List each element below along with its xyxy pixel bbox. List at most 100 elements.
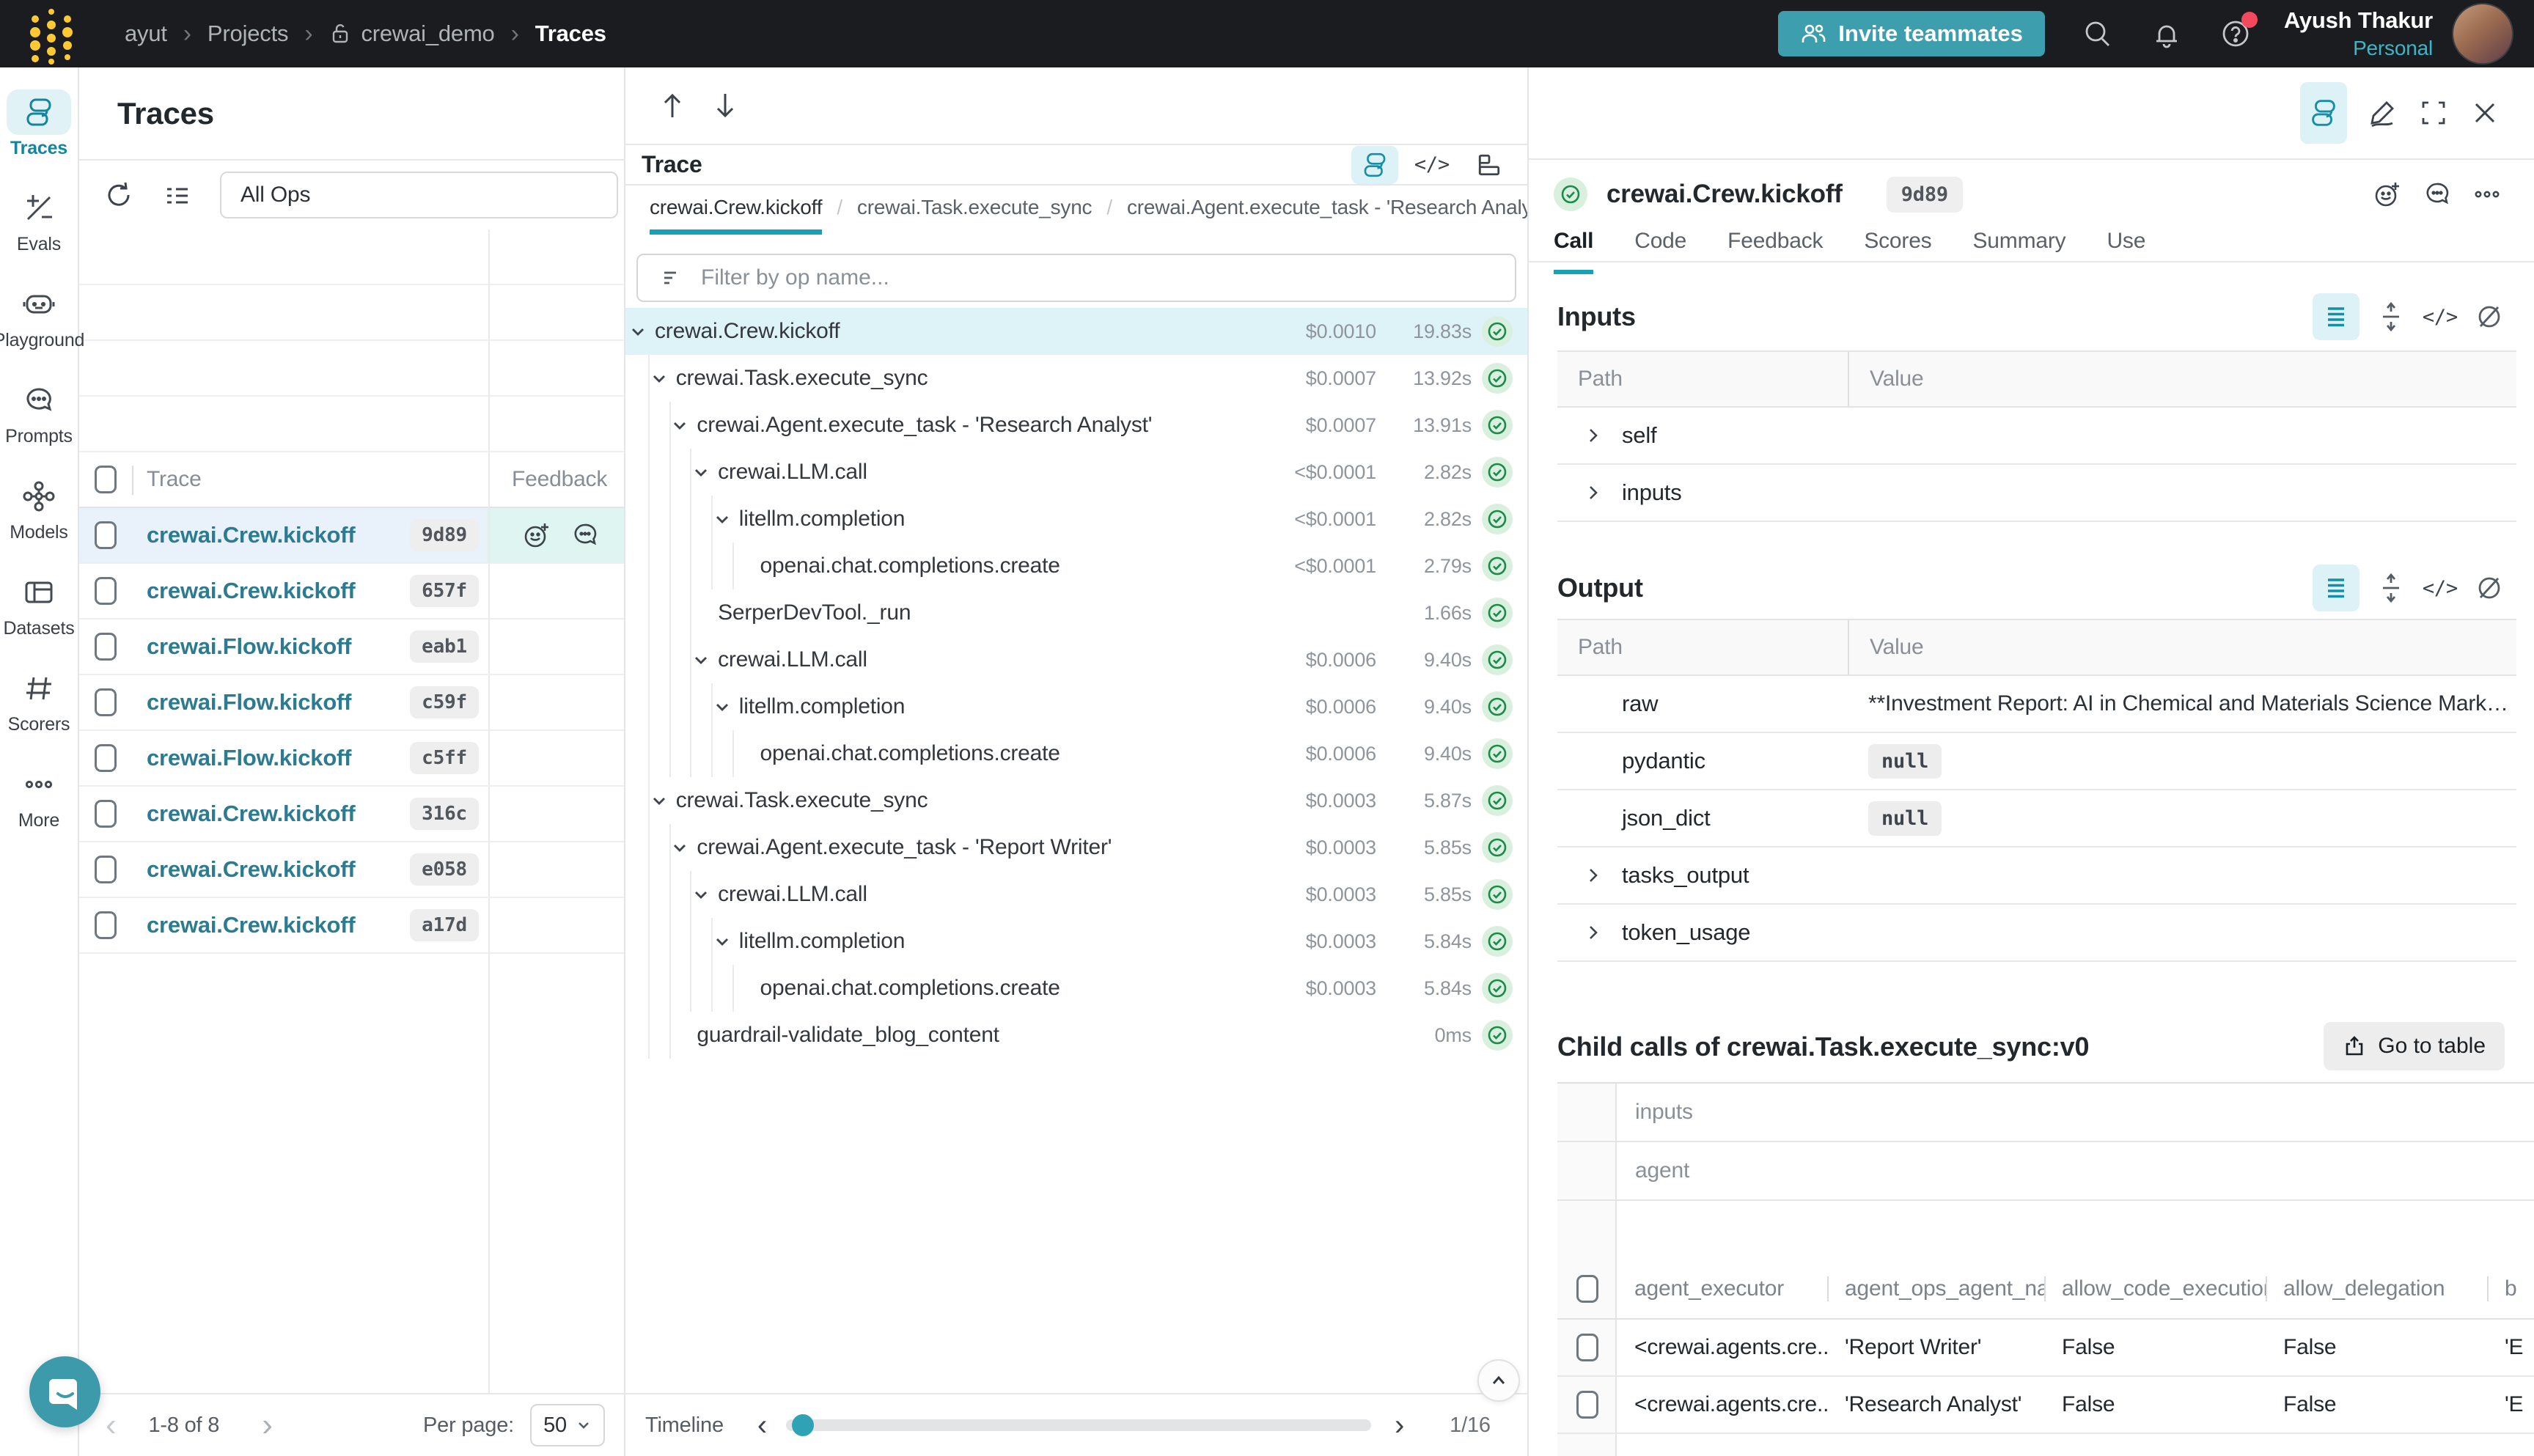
breadcrumb-project[interactable]: crewai_demo bbox=[328, 21, 494, 47]
output-row[interactable]: raw **Investment Report: AI in Chemical … bbox=[1557, 676, 2516, 733]
help-icon[interactable] bbox=[2219, 18, 2252, 50]
trace-tree-row[interactable]: openai.chat.completions.create $0.0006 9… bbox=[625, 730, 1527, 777]
trace-link[interactable]: crewai.Crew.kickoff bbox=[147, 522, 356, 548]
search-icon[interactable] bbox=[2082, 18, 2114, 50]
chevron-down-icon[interactable] bbox=[691, 885, 710, 904]
prev-call-icon[interactable] bbox=[656, 89, 688, 122]
add-reaction-icon[interactable] bbox=[2373, 180, 2402, 209]
support-chat-button[interactable] bbox=[29, 1356, 100, 1427]
trace-link[interactable]: crewai.Flow.kickoff bbox=[147, 633, 351, 660]
expand-rows-icon[interactable] bbox=[2376, 573, 2406, 603]
tree-view-icon[interactable] bbox=[1351, 146, 1398, 184]
row-checkbox[interactable] bbox=[95, 633, 117, 661]
timeline-slider[interactable] bbox=[786, 1419, 1371, 1431]
collapse-timeline-button[interactable] bbox=[1477, 1359, 1520, 1402]
row-checkbox[interactable] bbox=[95, 800, 117, 828]
avatar[interactable] bbox=[2452, 3, 2513, 65]
comment-icon[interactable] bbox=[570, 521, 600, 550]
chevron-right-icon[interactable] bbox=[1584, 866, 1603, 885]
hide-icon[interactable] bbox=[2474, 301, 2505, 332]
trace-tree-row[interactable]: SerperDevTool._run 1.66s bbox=[625, 589, 1527, 636]
trace-link[interactable]: crewai.Crew.kickoff bbox=[147, 801, 356, 827]
row-checkbox[interactable] bbox=[95, 744, 117, 772]
child-column-header[interactable]: allow_delegation bbox=[2266, 1276, 2487, 1301]
chevron-right-icon[interactable] bbox=[1584, 426, 1603, 445]
sidebar-item-traces[interactable]: Traces bbox=[0, 89, 78, 185]
go-to-table-button[interactable]: Go to table bbox=[2324, 1022, 2505, 1070]
output-row[interactable]: pydantic null bbox=[1557, 733, 2516, 790]
trace-tree-row[interactable]: litellm.completion $0.0006 9.40s bbox=[625, 683, 1527, 730]
call-tab[interactable]: Summary bbox=[1972, 229, 2065, 274]
trace-tree-row[interactable]: crewai.Task.execute_sync $0.0007 13.92s bbox=[625, 355, 1527, 402]
sidebar-item-evals[interactable]: Evals bbox=[0, 185, 78, 282]
chevron-down-icon[interactable] bbox=[670, 416, 689, 435]
trace-link[interactable]: crewai.Crew.kickoff bbox=[147, 578, 356, 604]
expand-icon[interactable] bbox=[2417, 97, 2450, 129]
breadcrumb-entity[interactable]: ayut bbox=[125, 21, 167, 47]
row-checkbox[interactable] bbox=[1576, 1334, 1598, 1361]
ops-filter-select[interactable]: All Ops bbox=[220, 172, 618, 218]
close-icon[interactable] bbox=[2469, 97, 2501, 129]
select-all-checkbox[interactable] bbox=[95, 466, 117, 493]
breadcrumb-projects[interactable]: Projects bbox=[208, 21, 288, 47]
prev-page-icon[interactable]: ‹ bbox=[106, 1409, 116, 1441]
list-view-icon[interactable] bbox=[2313, 293, 2359, 340]
trace-tree-row[interactable]: guardrail-validate_blog_content 0ms bbox=[625, 1012, 1527, 1059]
code-view-icon[interactable]: </> bbox=[1414, 153, 1450, 176]
trace-table-row[interactable]: crewai.Crew.kickoff e058 bbox=[79, 842, 624, 898]
row-settings-icon[interactable] bbox=[161, 179, 194, 211]
column-header-feedback[interactable]: Feedback bbox=[487, 467, 624, 492]
list-view-icon[interactable] bbox=[2313, 565, 2359, 611]
next-call-icon[interactable] bbox=[709, 89, 741, 122]
sidebar-item-more[interactable]: More bbox=[0, 762, 78, 858]
row-checkbox[interactable] bbox=[95, 577, 117, 605]
child-column-header[interactable]: agent_ops_agent_nan bbox=[1827, 1276, 2044, 1301]
trace-table-row[interactable]: crewai.Flow.kickoff c59f bbox=[79, 675, 624, 731]
chevron-down-icon[interactable] bbox=[713, 697, 732, 716]
trace-tree-row[interactable]: crewai.LLM.call <$0.0001 2.82s bbox=[625, 449, 1527, 496]
row-checkbox[interactable] bbox=[95, 856, 117, 883]
inputs-row[interactable]: self bbox=[1557, 408, 2516, 465]
call-tab[interactable]: Call bbox=[1554, 229, 1593, 274]
column-header-trace[interactable]: Trace bbox=[132, 467, 487, 492]
output-row[interactable]: json_dict null bbox=[1557, 790, 2516, 848]
call-breadcrumb-tab[interactable]: crewai.Crew.kickoff bbox=[650, 196, 822, 235]
flame-graph-icon[interactable] bbox=[1466, 146, 1513, 184]
trace-table-row[interactable]: crewai.Flow.kickoff eab1 bbox=[79, 619, 624, 675]
more-menu-icon[interactable] bbox=[2472, 180, 2502, 209]
call-tab[interactable]: Scores bbox=[1864, 229, 1931, 274]
output-row[interactable]: tasks_output bbox=[1557, 848, 2516, 905]
chevron-down-icon[interactable] bbox=[713, 510, 732, 529]
child-call-row[interactable]: <crewai.agents.cre... 'Research Analyst'… bbox=[1557, 1377, 2534, 1434]
trace-link[interactable]: crewai.Flow.kickoff bbox=[147, 689, 351, 716]
sidebar-item-playground[interactable]: Playground bbox=[0, 282, 78, 378]
chevron-down-icon[interactable] bbox=[670, 838, 689, 857]
code-view-icon[interactable]: </> bbox=[2423, 577, 2458, 600]
chevron-right-icon[interactable] bbox=[1584, 923, 1603, 942]
chevron-down-icon[interactable] bbox=[650, 369, 669, 388]
call-tab[interactable]: Feedback bbox=[1727, 229, 1823, 274]
trace-link[interactable]: crewai.Crew.kickoff bbox=[147, 856, 356, 883]
next-page-icon[interactable]: › bbox=[262, 1409, 272, 1441]
trace-tree-row[interactable]: litellm.completion <$0.0001 2.82s bbox=[625, 496, 1527, 543]
inputs-row[interactable]: inputs bbox=[1557, 465, 2516, 522]
op-filter-input[interactable] bbox=[701, 265, 1515, 290]
child-column-header[interactable]: agent_executor bbox=[1617, 1276, 1827, 1301]
trace-table-row[interactable]: crewai.Crew.kickoff 316c bbox=[79, 787, 624, 842]
trace-tree-row[interactable]: crewai.Agent.execute_task - 'Research An… bbox=[625, 402, 1527, 449]
trace-link[interactable]: crewai.Flow.kickoff bbox=[147, 745, 351, 771]
select-all-checkbox[interactable] bbox=[1576, 1275, 1598, 1303]
code-view-icon[interactable]: </> bbox=[2423, 306, 2458, 328]
tree-view-icon[interactable] bbox=[2300, 82, 2347, 144]
call-breadcrumb-tab[interactable]: crewai.Agent.execute_task - 'Research An… bbox=[1127, 196, 1527, 235]
invite-teammates-button[interactable]: Invite teammates bbox=[1778, 11, 2045, 56]
chevron-down-icon[interactable] bbox=[691, 463, 710, 482]
trace-tree-row[interactable]: openai.chat.completions.create $0.0003 5… bbox=[625, 965, 1527, 1012]
child-column-header[interactable]: b bbox=[2487, 1276, 2534, 1301]
trace-tree-row[interactable]: litellm.completion $0.0003 5.84s bbox=[625, 918, 1527, 965]
sidebar-item-datasets[interactable]: Datasets bbox=[0, 570, 78, 666]
trace-table-row[interactable]: crewai.Crew.kickoff a17d bbox=[79, 898, 624, 954]
trace-tree-row[interactable]: crewai.LLM.call $0.0003 5.85s bbox=[625, 871, 1527, 918]
trace-tree-row[interactable]: crewai.Agent.execute_task - 'Report Writ… bbox=[625, 824, 1527, 871]
comment-icon[interactable] bbox=[2423, 180, 2452, 209]
